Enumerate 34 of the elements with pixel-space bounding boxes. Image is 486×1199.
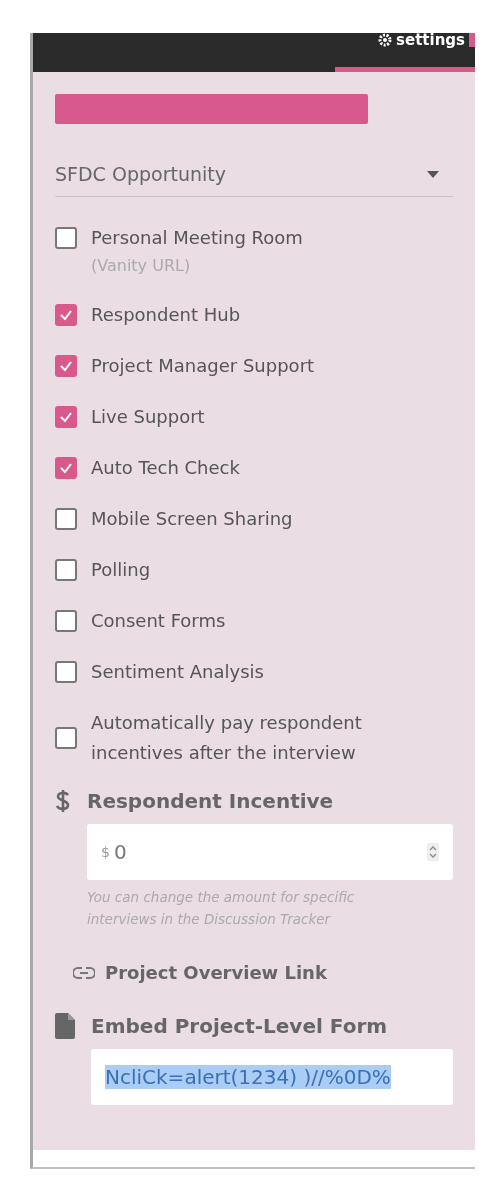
option-sublabel: (Vanity URL) xyxy=(91,255,192,277)
project-overview-link[interactable]: Project Overview Link xyxy=(105,962,327,983)
option-label: Automatically pay respondent incentives after the interview xyxy=(91,711,363,765)
checkbox[interactable] xyxy=(55,727,77,749)
settings-icon xyxy=(378,33,393,47)
link-icon xyxy=(73,966,95,979)
checkbox[interactable] xyxy=(55,355,77,377)
caret-icon xyxy=(427,170,439,178)
checkbox[interactable] xyxy=(55,559,77,581)
checkbox[interactable] xyxy=(55,406,77,428)
document-icon xyxy=(55,1013,75,1039)
hint-text: You can change the amount for specific interviews in the Discussion Tracker xyxy=(87,888,356,929)
checkbox[interactable] xyxy=(55,304,77,326)
opportunity-dropdown[interactable]: SFDC Opportunity xyxy=(55,152,453,197)
section-title: Embed Project-Level Form xyxy=(91,1013,389,1039)
option-label: Respondent Hub xyxy=(91,303,241,327)
option-label: Personal Meeting Room xyxy=(91,226,304,250)
stepper-icon xyxy=(427,843,439,861)
embed-form-field[interactable]: NcliCk=alert(1234) )//%0D% xyxy=(91,1049,453,1105)
option-label: Live Support xyxy=(91,405,205,429)
section-title: Respondent Incentive xyxy=(87,788,335,814)
checkbox[interactable] xyxy=(55,508,77,530)
checkbox[interactable] xyxy=(55,457,77,479)
option-label: Sentiment Analysis xyxy=(91,660,264,684)
checkbox[interactable] xyxy=(55,227,77,249)
option-label: Polling xyxy=(91,558,151,582)
option-label: Consent Forms xyxy=(91,609,226,633)
checkbox[interactable] xyxy=(55,661,77,683)
checkbox[interactable] xyxy=(55,610,77,632)
option-label: Mobile Screen Sharing xyxy=(91,507,293,531)
option-label: Auto Tech Check xyxy=(91,456,240,480)
option-label: Project Manager Support xyxy=(91,354,315,378)
dollar-icon xyxy=(55,788,71,814)
incentive-field[interactable]: $ 0 xyxy=(87,824,453,880)
